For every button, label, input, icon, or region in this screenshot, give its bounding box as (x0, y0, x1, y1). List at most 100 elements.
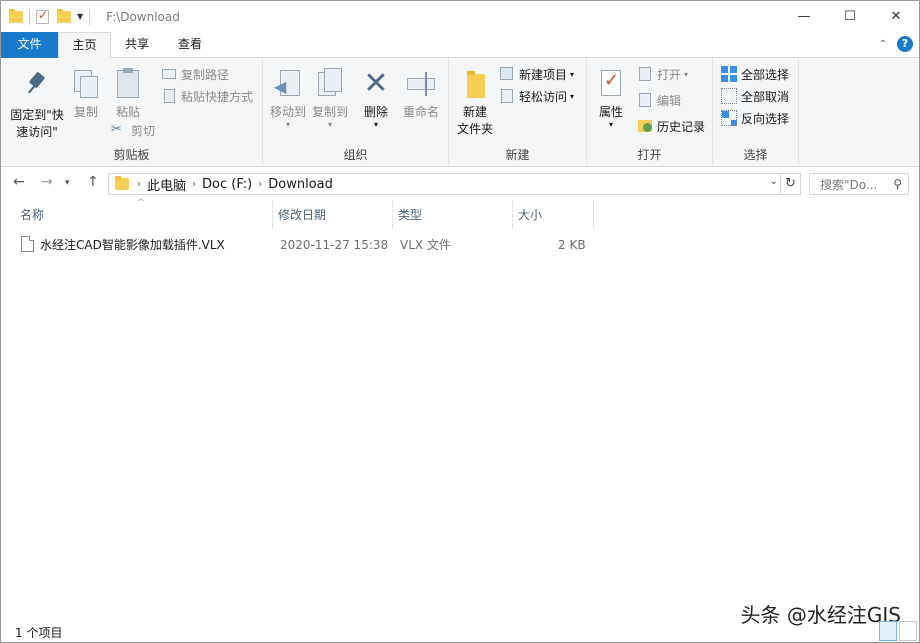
select-group: 全部选择 全部取消 反向选择 选择 (713, 58, 799, 167)
new-folder-label-line2: 文件夹 (456, 122, 493, 136)
refresh-icon[interactable]: ↻ (781, 173, 801, 195)
copy-label: 复制 (73, 105, 98, 119)
large-icons-view-icon[interactable] (899, 621, 917, 641)
easy-access-button[interactable]: 轻松访问 ▾ (499, 86, 574, 106)
new-folder-button[interactable]: 新建 文件夹 (453, 68, 497, 138)
file-icon (21, 236, 34, 252)
tab-view[interactable]: 查看 (165, 32, 215, 58)
scissors-icon: ✂ (111, 122, 122, 137)
search-icon: ⚲ (893, 177, 902, 191)
open-label: 打开 (657, 67, 682, 82)
properties-dropdown-icon: ▾ (608, 120, 613, 129)
new-item-button[interactable]: 新建项目 ▾ (499, 64, 574, 84)
invert-selection-button[interactable]: 反向选择 (721, 108, 789, 128)
paste-label: 粘贴 (115, 105, 140, 119)
forward-arrow-icon[interactable]: → (41, 174, 53, 190)
column-size[interactable]: 大小 (513, 201, 594, 229)
help-icon[interactable]: ? (897, 36, 913, 52)
breadcrumb-this-pc[interactable]: 此电脑 (147, 175, 186, 194)
select-none-icon (721, 88, 737, 104)
open-icon (637, 66, 653, 82)
explorer-window: ▼ F:\Download — ☐ ✕ 文件 主页 共享 查看 ⌃ ? 固定到"… (0, 0, 920, 643)
new-item-label: 新建项目 (519, 67, 568, 82)
new-folder-icon[interactable] (57, 8, 71, 23)
new-group: 新建 文件夹 新建项目 ▾ 轻松访问 ▾ 新建 (449, 58, 587, 167)
column-name[interactable]: 名称 (15, 201, 273, 229)
copy-path-label: 复制路径 (181, 67, 230, 82)
organize-group-label: 组织 (343, 148, 368, 162)
file-row[interactable]: 水经注CAD智能影像加载插件.VLX 2020-11-27 15:38 VLX … (15, 234, 595, 256)
breadcrumb-download[interactable]: Download (268, 177, 333, 192)
status-bar: 1 个项目 (1, 621, 919, 643)
back-arrow-icon[interactable]: ← (13, 174, 25, 190)
cut-button[interactable]: ✂ 剪切 (111, 120, 155, 140)
select-all-label: 全部选择 (741, 67, 790, 82)
collapse-ribbon-icon[interactable]: ⌃ (879, 39, 887, 50)
properties-icon[interactable] (36, 8, 49, 24)
paste-button[interactable]: 粘贴 (109, 68, 147, 121)
edit-icon (637, 92, 653, 108)
move-to-icon: ◀ (272, 68, 304, 100)
chevron-right-icon[interactable]: › (258, 179, 262, 190)
copy-path-icon (161, 66, 177, 82)
address-dropdown-icon[interactable]: ⌄ (770, 176, 778, 187)
chevron-right-icon[interactable]: › (137, 179, 141, 190)
file-name: 水经注CAD智能影像加载插件.VLX (40, 238, 225, 252)
select-none-button[interactable]: 全部取消 (721, 86, 789, 106)
invert-selection-label: 反向选择 (741, 111, 790, 126)
delete-button[interactable]: ✕ 删除 ▾ (359, 68, 393, 129)
column-type[interactable]: 类型 (393, 201, 513, 229)
open-button[interactable]: 打开 ▾ (637, 64, 688, 84)
folder-icon (115, 176, 129, 190)
ribbon: 固定到"快 速访问" 复制 粘贴 复制路径 粘贴快捷方式 ✂ 剪切 剪贴板 ◀ … (1, 58, 919, 167)
properties-icon: ✓ (595, 68, 627, 100)
new-item-dropdown-icon: ▾ (570, 69, 575, 79)
file-type: VLX 文件 (400, 238, 451, 252)
customize-quick-access-icon[interactable]: ▼ (77, 12, 83, 21)
move-to-button[interactable]: ◀ 移动到 ▾ (267, 68, 309, 129)
cut-label: 剪切 (131, 123, 156, 138)
ribbon-tabs: 文件 主页 共享 查看 ⌃ ? (1, 32, 919, 59)
new-group-label: 新建 (505, 148, 530, 162)
maximize-button[interactable]: ☐ (827, 1, 873, 32)
copy-path-button[interactable]: 复制路径 (161, 64, 229, 84)
copy-to-button[interactable]: 复制到 ▾ (309, 68, 351, 129)
details-view-icon[interactable] (879, 621, 897, 641)
delete-x-icon: ✕ (363, 66, 389, 101)
clipboard-group-label: 剪贴板 (113, 148, 150, 162)
item-count: 1 个项目 (15, 626, 63, 640)
rename-icon (405, 68, 437, 100)
copy-icon (70, 68, 102, 100)
separator (89, 8, 91, 25)
up-arrow-icon[interactable]: ↑ (87, 174, 99, 190)
column-modified[interactable]: 修改日期 (273, 201, 393, 229)
copy-button[interactable]: 复制 (69, 68, 103, 121)
copy-to-icon (314, 68, 346, 100)
select-all-button[interactable]: 全部选择 (721, 64, 789, 84)
column-headers: ^ 名称 修改日期 类型 大小 (1, 198, 919, 229)
breadcrumb-drive[interactable]: Doc (F:) (202, 177, 252, 192)
clipboard-group: 固定到"快 速访问" 复制 粘贴 复制路径 粘贴快捷方式 ✂ 剪切 剪贴板 (1, 58, 263, 167)
folder-icon (9, 8, 23, 23)
delete-dropdown-icon: ▾ (373, 120, 378, 129)
pin-quick-access-button[interactable]: 固定到"快 速访问" (7, 68, 67, 141)
open-group: ✓ 属性 ▾ 打开 ▾ 编辑 历史记录 打开 (587, 58, 713, 167)
tab-share[interactable]: 共享 (113, 32, 161, 58)
address-bar[interactable]: › 此电脑 › Doc (F:) › Download ⌄ (108, 173, 781, 195)
tab-file[interactable]: 文件 (1, 32, 58, 58)
separator (29, 8, 30, 25)
recent-locations-icon[interactable]: ▾ (65, 178, 70, 188)
search-input[interactable]: 搜索"Do... ⚲ (809, 173, 909, 195)
properties-button[interactable]: ✓ 属性 ▾ (593, 68, 629, 129)
chevron-right-icon[interactable]: › (192, 179, 196, 190)
pin-label-line1: 固定到"快 (10, 108, 64, 122)
minimize-button[interactable]: — (781, 1, 827, 32)
close-button[interactable]: ✕ (873, 1, 919, 32)
new-item-icon (499, 66, 515, 82)
rename-button[interactable]: 重命名 (399, 68, 443, 121)
tab-home[interactable]: 主页 (58, 32, 111, 59)
edit-button[interactable]: 编辑 (637, 90, 681, 110)
ribbon-help-area: ⌃ ? (879, 36, 913, 52)
history-button[interactable]: 历史记录 (637, 116, 705, 136)
paste-shortcut-button[interactable]: 粘贴快捷方式 (161, 86, 253, 106)
